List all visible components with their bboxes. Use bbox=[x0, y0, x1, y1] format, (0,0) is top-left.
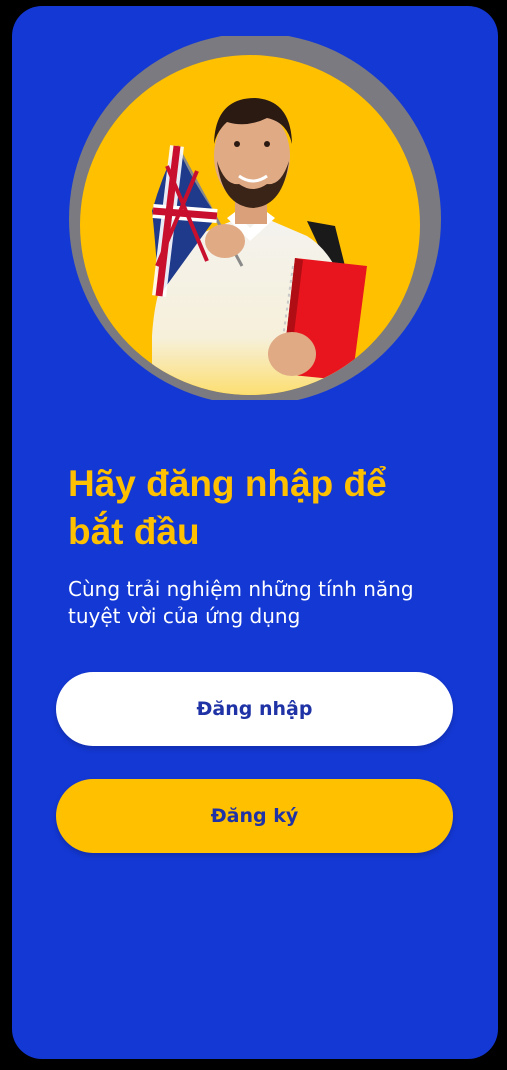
page-title: Hãy đăng nhập để bắt đầu bbox=[68, 463, 387, 552]
app-screen: Hãy đăng nhập để bắt đầu Cùng trải nghiệ… bbox=[12, 6, 498, 1059]
hero-image bbox=[67, 36, 443, 400]
page-subtitle: Cùng trải nghiệm những tính năng tuyệt v… bbox=[68, 577, 414, 628]
login-button[interactable]: Đăng nhập bbox=[56, 672, 453, 746]
man-with-flag-icon bbox=[69, 36, 441, 400]
register-button[interactable]: Đăng ký bbox=[56, 779, 453, 853]
